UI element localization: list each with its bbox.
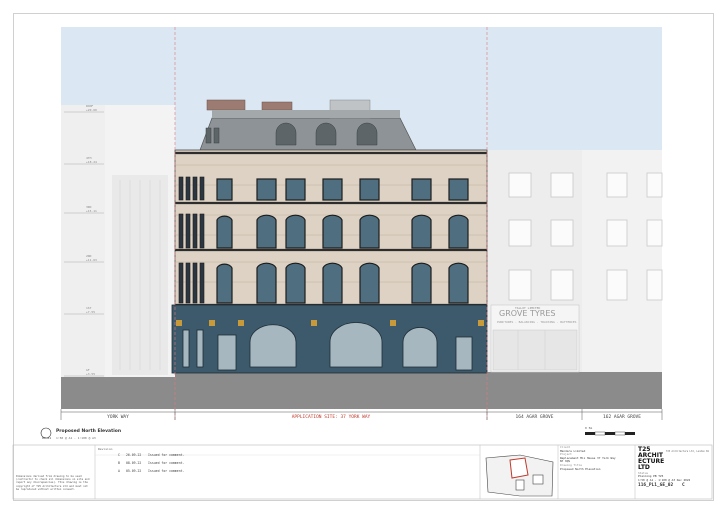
level-value: +18.24 [86,160,97,164]
level-value: +15.11 [86,209,97,213]
firm-address: T25 Architecture Ltd, London N1 [666,450,709,453]
drawing-number: 116_PL1_GE_02 [638,483,674,489]
level-value: +3.55 [86,372,96,376]
drawing-info: Status Planning PB T25 1:50 @ A1 · 1:100… [638,471,710,489]
scale-bar [585,431,635,436]
date-value: Dec 2022 [676,477,691,482]
level-value: +11.63 [86,258,97,262]
revision-row: A 05.09.22 Issued for comment. [118,469,185,473]
level-value: +20.60 [86,108,97,112]
street-label-york-way: YORK WAY [107,415,129,420]
revision-value: C [681,483,685,489]
view-title: Proposed North Elevation [56,429,122,434]
drawing-title-value: Proposed North Elevation [560,466,601,471]
street-label-164-agar-grove: 164 AGAR GROVE [515,415,554,420]
revisions-table: C 26.09.22 Issued for comment. B 08.09.22 Is… [118,451,184,475]
mansard-roof [199,117,417,151]
street-label-162-agar-grove: 162 AGAR GROVE [603,415,641,420]
ground-section [61,372,662,409]
chimney [206,99,246,111]
revision-row: C 26.09.22 Issued for comment. [118,453,185,457]
general-notes: Dimensions derived from drawing to be us… [16,475,90,491]
revisions-header: Revision [98,447,113,451]
shop-fascia-sub: PUNCTURES · BALANCING · TRACKING · BATTE… [497,320,577,324]
left-background-building [61,105,105,377]
elevation-drawing [12,27,713,500]
shop-fascia: GROVE TYRES [499,309,556,318]
revision-row: B 08.09.22 Issued for comment. [118,461,185,465]
firm-logo: T25 ARCHIT ECTURE LTD [638,446,665,471]
scale-value: 1:50 @ A1 · 1:100 @ A3 [638,477,676,482]
view-scale: 1:50 @ A1 - 1:100 @ A3 [56,436,96,440]
title-block-details: Client Mandora Limited Project Replaceme… [560,445,634,471]
location-map [485,454,554,497]
level-value: +7.55 [86,310,96,314]
street-label-application-site: APPLICATION SITE: 37 YORK WAY [291,415,371,420]
scale-bar-label: 0 5m [585,426,593,430]
view-ref: 0X.A1 [42,436,52,440]
